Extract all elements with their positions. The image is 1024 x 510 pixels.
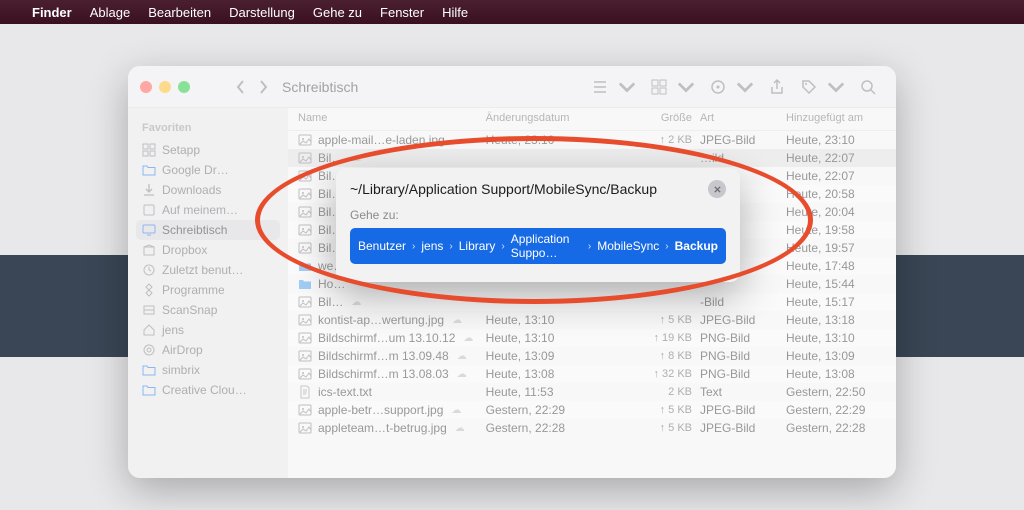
chevron-right-icon: › <box>501 241 504 252</box>
breadcrumb[interactable]: Benutzer › jens › Library › Application Suppo…… <box>350 228 726 264</box>
chevron-right-icon: › <box>412 241 415 252</box>
goto-path-input[interactable]: ~/Library/Application Support/MobileSync… <box>350 181 700 197</box>
chevron-right-icon: › <box>665 241 668 252</box>
chevron-right-icon: › <box>449 241 452 252</box>
menubar: Finder Ablage Bearbeiten Darstellung Geh… <box>0 0 1024 24</box>
menu-edit[interactable]: Bearbeiten <box>148 5 211 20</box>
goto-folder-popover: ~/Library/Application Support/MobileSync… <box>336 168 740 282</box>
breadcrumb-segment: jens <box>421 239 443 253</box>
menu-help[interactable]: Hilfe <box>442 5 468 20</box>
menu-go[interactable]: Gehe zu <box>313 5 362 20</box>
clear-button[interactable] <box>708 180 726 198</box>
breadcrumb-segment: Library <box>459 239 496 253</box>
chevron-right-icon: › <box>588 241 591 252</box>
breadcrumb-segment: Backup <box>675 239 718 253</box>
breadcrumb-segment: Benutzer <box>358 239 406 253</box>
menu-view[interactable]: Darstellung <box>229 5 295 20</box>
breadcrumb-segment: Application Suppo… <box>511 232 582 260</box>
breadcrumb-segment: MobileSync <box>597 239 659 253</box>
app-name[interactable]: Finder <box>32 5 72 20</box>
menu-window[interactable]: Fenster <box>380 5 424 20</box>
menu-file[interactable]: Ablage <box>90 5 130 20</box>
goto-label: Gehe zu: <box>350 208 726 222</box>
